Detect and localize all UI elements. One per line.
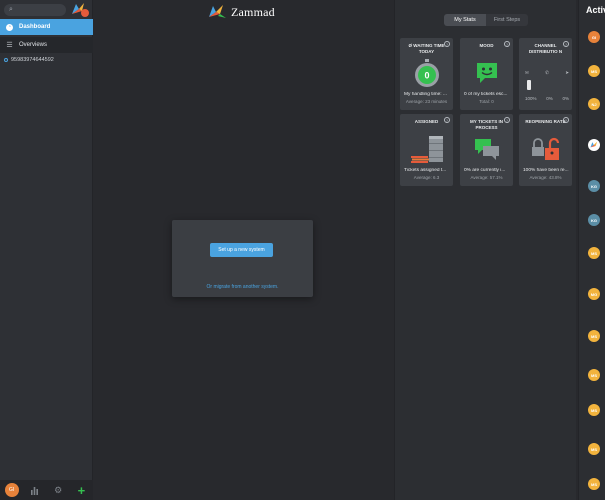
brand-name: Zammad — [231, 4, 275, 19]
email-icon: ✉ — [525, 70, 529, 75]
send-icon: ➤ — [565, 70, 569, 75]
help-icon[interactable]: ? — [563, 41, 569, 47]
channel-distribution-widget: CHANNEL DISTRIBUTIO N ? ✉ ✆ ➤ 100% 0% 0% — [519, 38, 572, 110]
help-icon[interactable]: ? — [504, 41, 510, 47]
list-icon: ☰ — [6, 42, 13, 49]
activity-avatar[interactable]: GI — [588, 31, 600, 43]
channel-percent: 0% — [562, 96, 569, 101]
sidebar-footer: GI ⚙ + — [0, 480, 93, 500]
widget-line2: Average: 57.1% — [470, 175, 503, 180]
zammad-bird-icon — [209, 5, 226, 18]
smiley-chat-icon — [466, 58, 507, 88]
brand-header: Zammad — [208, 4, 275, 20]
widget-title: MY TICKETS IN PROCESS — [470, 119, 503, 130]
widget-title: MOOD — [479, 43, 494, 48]
sidebar-item-dashboard[interactable]: ◔ Dashboard — [0, 19, 93, 35]
reopening-rate-widget: REOPENING RATE ? 100% have been re... Av… — [519, 114, 572, 186]
activity-avatar[interactable]: MS — [588, 369, 600, 381]
sidebar-item-label: Overviews — [19, 42, 48, 48]
search-icon: ⌕ — [9, 6, 13, 13]
dashboard-icon: ◔ — [6, 23, 13, 31]
channel-percent: 100% — [525, 96, 537, 101]
help-icon[interactable]: ? — [563, 117, 569, 123]
stopwatch-icon: 0 — [406, 58, 447, 88]
activity-avatar[interactable]: MS — [588, 443, 600, 455]
activity-avatar[interactable]: MS — [588, 330, 600, 342]
search-input[interactable] — [18, 5, 62, 15]
notification-badge[interactable] — [81, 9, 89, 17]
activity-avatar[interactable]: MS — [588, 404, 600, 416]
zammad-bird-icon — [589, 141, 597, 148]
widget-line1: 100% have been re... — [523, 168, 569, 173]
padlock-icon — [525, 134, 566, 164]
activity-avatar[interactable]: MS — [588, 478, 600, 490]
sidebar-item-overviews[interactable]: ☰ Overviews — [0, 37, 93, 53]
widget-line1: 0 of my tickets esc... — [464, 92, 508, 97]
mood-widget: MOOD ? 0 of my tickets esc... Total: 0 — [460, 38, 513, 110]
reports-icon[interactable] — [28, 483, 42, 497]
activity-avatar[interactable]: MS — [588, 247, 600, 259]
activity-avatar[interactable]: MS — [588, 65, 600, 77]
widget-line2: Average: 43.8% — [529, 175, 562, 180]
tab-my-stats[interactable]: My Stats — [444, 14, 486, 26]
widget-line1: My handling time: ... — [404, 92, 447, 97]
user-avatar[interactable]: GI — [4, 483, 19, 497]
waiting-time-widget: Ø WAITING TIME TODAY ? 0 My handling tim… — [400, 38, 453, 110]
ticket-stack-icon — [406, 134, 447, 164]
open-ticket-label: 95983974644592 — [11, 57, 54, 63]
tickets-in-process-widget: MY TICKETS IN PROCESS ? 0% are currently… — [460, 114, 513, 186]
widget-title: CHANNEL DISTRIBUTIO N — [528, 43, 563, 54]
help-icon[interactable]: ? — [444, 41, 450, 47]
search-box[interactable]: ⌕ — [4, 4, 66, 16]
settings-gear-icon[interactable]: ⚙ — [51, 483, 65, 497]
activity-title: Activity — [586, 5, 605, 15]
help-icon[interactable]: ? — [444, 117, 450, 123]
widget-line2: Average: 6.3 — [413, 175, 440, 180]
activity-avatar[interactable]: KG — [588, 180, 600, 192]
widget-line2: Average: 23 minutes — [405, 99, 448, 104]
widget-title: Ø WAITING TIME TODAY — [408, 43, 445, 54]
channel-percent-row: 100% 0% 0% — [525, 96, 569, 101]
chat-bubbles-icon — [466, 134, 507, 164]
widget-line2: Total: 0 — [479, 99, 494, 104]
stats-tabs: My Stats First Steps — [444, 14, 528, 26]
add-new-icon[interactable]: + — [74, 483, 88, 498]
activity-avatar[interactable]: KG — [588, 214, 600, 226]
setup-new-system-button[interactable]: Set up a new system — [210, 243, 273, 257]
migrate-link[interactable]: Or migrate from another system. — [172, 284, 313, 290]
widget-line1: 0% are currently i... — [464, 168, 506, 173]
sidebar-item-label: Dashboard — [19, 24, 51, 30]
widget-title: REOPENING RATE — [525, 119, 566, 124]
activity-avatar[interactable]: MG — [588, 288, 600, 300]
ticket-status-icon — [4, 58, 8, 62]
help-icon[interactable]: ? — [504, 117, 510, 123]
waiting-value: 0 — [424, 71, 429, 81]
open-ticket-tab[interactable]: 95983974644592 — [4, 55, 54, 65]
activity-avatar[interactable]: NJ — [588, 98, 600, 110]
widget-title: ASSIGNED — [414, 119, 439, 124]
setup-panel: Set up a new system Or migrate from anot… — [172, 220, 313, 297]
widget-line1: Tickets assigned t... — [404, 168, 447, 173]
activity-stream: Activity GI MS NJ KG KG MS MG MS MS MS MS MS — [578, 0, 605, 500]
phone-icon: ✆ — [545, 70, 549, 75]
assigned-widget: ASSIGNED ? Tickets assigned t... Average… — [400, 114, 453, 186]
sidebar: ⌕ ◔ Dashboard ☰ Overviews 95983974644592… — [0, 0, 93, 500]
activity-avatar-system[interactable] — [588, 139, 600, 151]
channel-bar-email — [527, 80, 531, 90]
stats-panel: My Stats First Steps Ø WAITING TIME TODA… — [394, 0, 576, 500]
channel-icons-row: ✉ ✆ ➤ — [525, 70, 569, 76]
channel-percent: 0% — [546, 96, 553, 101]
tab-first-steps[interactable]: First Steps — [486, 14, 528, 26]
